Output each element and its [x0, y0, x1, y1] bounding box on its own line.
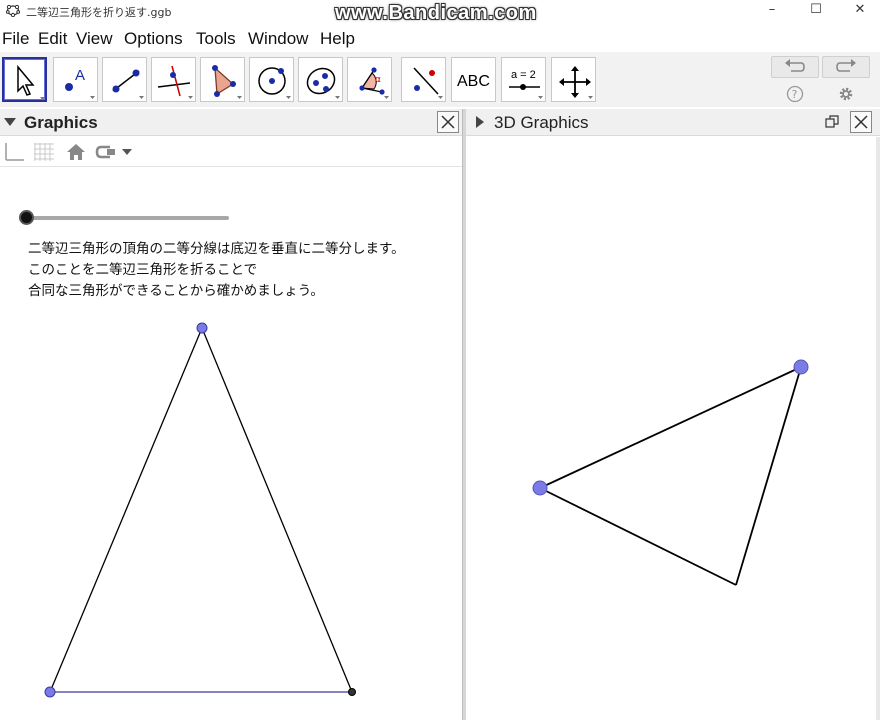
- graphics3d-pane-header: 3D Graphics: [466, 109, 880, 136]
- close-graphics-button[interactable]: [437, 111, 459, 133]
- help-icon[interactable]: ?: [785, 84, 805, 104]
- undo-icon: [785, 59, 805, 72]
- perpendicular-tool-button[interactable]: [151, 57, 196, 102]
- circle-tool-button[interactable]: [249, 57, 294, 102]
- abc-text-icon: ABC: [457, 73, 490, 90]
- menu-file[interactable]: File: [2, 29, 29, 49]
- redo-button[interactable]: [822, 56, 870, 78]
- point-tool-label: A: [75, 67, 85, 84]
- menu-view[interactable]: View: [76, 29, 113, 49]
- angle-icon: α: [359, 67, 389, 99]
- collapse-triangle-icon[interactable]: [3, 117, 17, 127]
- menu-edit[interactable]: Edit: [38, 29, 67, 49]
- right-edge-scrollbar[interactable]: [876, 137, 880, 720]
- point3d-top-right[interactable]: [793, 359, 809, 375]
- triangle-side-left[interactable]: [49, 327, 203, 693]
- reflect-line-icon: [413, 67, 443, 99]
- graphics-style-bar: [0, 137, 462, 167]
- triangle3d-side-right[interactable]: [735, 366, 802, 586]
- minimize-button[interactable]: –: [752, 0, 792, 22]
- reflect-tool-button[interactable]: [401, 57, 446, 102]
- triangle3d-side-top[interactable]: [539, 366, 802, 489]
- move-view-tool-button[interactable]: [551, 57, 596, 102]
- graphics-pane-header: Graphics: [0, 109, 462, 136]
- window-titlebar: 二等辺三角形を折り返す.ggb www.Bandicam.com – ☐ ✕: [0, 0, 880, 24]
- base-left-point[interactable]: [44, 686, 56, 698]
- menu-bar: File Edit View Options Tools Window Help: [0, 28, 880, 50]
- triangle-side-right[interactable]: [201, 327, 353, 693]
- svg-text:?: ?: [792, 88, 798, 101]
- move-tool-button[interactable]: [2, 57, 47, 102]
- point-tool-button[interactable]: A: [53, 57, 98, 102]
- close-icon: [441, 115, 455, 129]
- menu-options[interactable]: Options: [124, 29, 183, 49]
- triangle-canvas[interactable]: [0, 168, 462, 720]
- text-tool-label: ABC: [457, 73, 490, 90]
- angle-tool-button[interactable]: α: [347, 57, 392, 102]
- close-window-button[interactable]: ✕: [840, 0, 880, 22]
- expand-triangle-icon[interactable]: [475, 115, 485, 129]
- toolbar: A α ABC a = 2 ?: [0, 52, 880, 107]
- base-right-point[interactable]: [348, 688, 356, 696]
- cursor-arrow-icon: [17, 64, 45, 100]
- menu-help[interactable]: Help: [320, 29, 355, 49]
- undo-button[interactable]: [771, 56, 819, 78]
- axes-toggle-icon[interactable]: [2, 141, 26, 163]
- graphics3d-view[interactable]: [466, 137, 880, 720]
- line-through-points-icon: [112, 69, 144, 99]
- apex-point[interactable]: [196, 322, 208, 334]
- recording-watermark: www.Bandicam.com: [335, 2, 537, 24]
- perpendicular-line-icon: [157, 65, 193, 99]
- gear-icon[interactable]: [836, 84, 856, 104]
- polygon-tool-button[interactable]: [200, 57, 245, 102]
- slider-tool-label: a = 2: [511, 69, 536, 81]
- point3d-left[interactable]: [532, 480, 548, 496]
- graphics-view[interactable]: 二等辺三角形の頂角の二等分線は底辺を垂直に二等分します。 このことを二等辺三角形…: [0, 168, 462, 720]
- triangle3d-side-bottom[interactable]: [539, 487, 737, 586]
- slider-icon: a = 2: [509, 69, 543, 99]
- angle-tool-label: α: [375, 75, 381, 85]
- home-icon[interactable]: [64, 141, 88, 163]
- menu-tools[interactable]: Tools: [196, 29, 236, 49]
- line-tool-button[interactable]: [102, 57, 147, 102]
- graphics-pane-title: Graphics: [24, 113, 98, 132]
- point-a-icon: A: [65, 67, 95, 99]
- menu-window[interactable]: Window: [248, 29, 308, 49]
- close-graphics3d-button[interactable]: [850, 111, 872, 133]
- point-capture-dropdown-icon[interactable]: [94, 141, 134, 163]
- conic-tool-button[interactable]: [298, 57, 343, 102]
- undock-icon[interactable]: [825, 115, 839, 129]
- slider-tool-button[interactable]: a = 2: [501, 57, 546, 102]
- move-graphics-icon: [559, 66, 593, 99]
- window-title: 二等辺三角形を折り返す.ggb: [26, 6, 172, 19]
- maximize-button[interactable]: ☐: [796, 0, 836, 22]
- polygon-icon: [212, 65, 242, 99]
- circle-center-point-icon: [258, 67, 291, 99]
- grid-toggle-icon[interactable]: [32, 141, 56, 163]
- text-tool-button[interactable]: ABC: [451, 57, 496, 102]
- triangle-3d-canvas[interactable]: [466, 137, 880, 720]
- graphics3d-pane-title: 3D Graphics: [494, 113, 589, 132]
- close-icon: [854, 115, 868, 129]
- redo-icon: [836, 59, 856, 72]
- ellipse-icon: [306, 67, 340, 99]
- geogebra-app-icon: [6, 4, 20, 17]
